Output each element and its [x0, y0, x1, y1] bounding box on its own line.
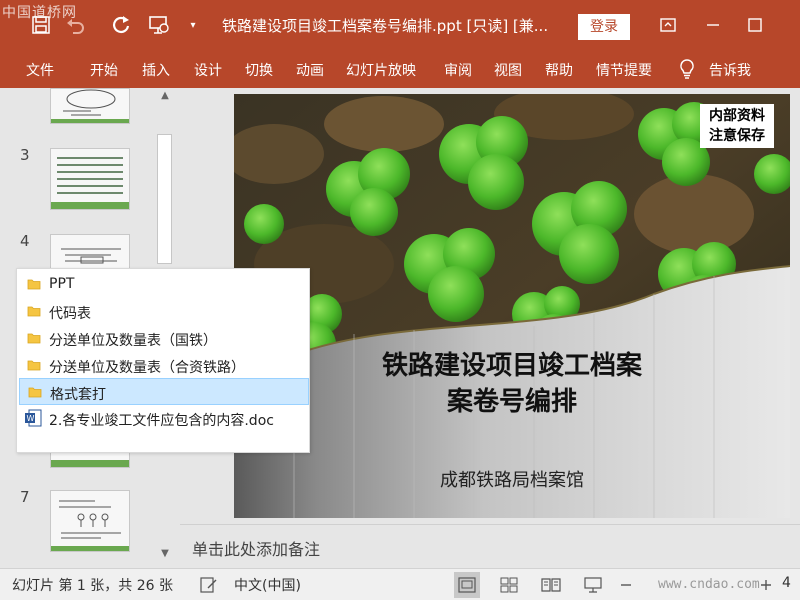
folder-icon [27, 277, 41, 295]
folder-icon [27, 304, 41, 322]
tab-animations[interactable]: 动画 [296, 60, 324, 80]
list-item-selected[interactable]: 格式套打 [19, 378, 309, 405]
slide-canvas[interactable]: 内部资料 注意保存 铁路建设项目竣工档案 案卷号编排 成都铁路局档案馆 [234, 94, 790, 518]
svg-text:W: W [27, 414, 35, 423]
tab-review[interactable]: 审阅 [444, 60, 472, 80]
save-icon[interactable] [28, 12, 54, 38]
confidential-badge: 内部资料 注意保存 [700, 104, 774, 148]
scroll-thumb[interactable] [157, 134, 172, 264]
slide-thumbnail-7[interactable] [50, 490, 130, 552]
slide-subtitle[interactable]: 成都铁路局档案馆 [234, 466, 790, 492]
normal-view-icon[interactable] [454, 572, 480, 598]
ribbon-display-options-icon[interactable] [655, 12, 681, 38]
list-item[interactable]: 代码表 [19, 298, 309, 325]
list-item[interactable]: W 2.各专业竣工文件应包含的内容.doc [19, 405, 309, 432]
slide-number: 7 [20, 488, 30, 506]
list-item[interactable]: 分送单位及数量表（国铁） [19, 325, 309, 352]
slide-number: 4 [20, 232, 30, 250]
badge-line-1: 内部资料 [709, 108, 765, 124]
folder-icon [27, 358, 41, 376]
list-item-label: 格式套打 [50, 387, 106, 403]
slideshow-view-icon[interactable] [580, 572, 606, 598]
lightbulb-icon[interactable] [677, 58, 697, 80]
undo-icon[interactable] [62, 12, 88, 38]
list-item-label: 2.各专业竣工文件应包含的内容.doc [49, 413, 274, 429]
badge-line-2: 注意保存 [709, 128, 765, 144]
zoom-in-icon[interactable] [758, 572, 774, 598]
tab-slideshow[interactable]: 幻灯片放映 [346, 60, 416, 80]
title-bar: 中国道桥网 ▾ 铁路建设项目竣工档案卷号编排.ppt [只读] [兼... 登录 [0, 0, 800, 50]
document-title: 铁路建设项目竣工档案卷号编排.ppt [只读] [兼... [222, 17, 549, 35]
notes-pane[interactable]: 单击此处添加备注 [180, 524, 800, 568]
maximize-icon[interactable] [742, 12, 768, 38]
tell-me-button[interactable]: 告诉我 [709, 60, 751, 80]
slide-background-image [234, 94, 790, 518]
list-item-label: 代码表 [49, 306, 91, 322]
tab-help[interactable]: 帮助 [545, 60, 573, 80]
slide-title[interactable]: 铁路建设项目竣工档案 案卷号编排 [234, 348, 790, 420]
tab-transitions[interactable]: 切换 [245, 60, 273, 80]
folder-icon [27, 331, 41, 349]
scroll-down-icon[interactable]: ▼ [155, 548, 175, 559]
slide-thumbnail-2[interactable] [50, 88, 130, 124]
reading-view-icon[interactable] [538, 572, 564, 598]
slide-thumbnail-4[interactable] [50, 234, 130, 270]
list-item-label: 分送单位及数量表（合资铁路） [49, 360, 245, 376]
tab-insert[interactable]: 插入 [142, 60, 170, 80]
list-item-label: PPT [49, 276, 75, 292]
list-item-label: 分送单位及数量表（国铁） [49, 333, 217, 349]
zoom-level[interactable]: 4 [782, 575, 791, 591]
folder-icon [28, 385, 42, 403]
minimize-icon[interactable] [700, 12, 726, 38]
slideshow-from-start-icon[interactable] [146, 12, 172, 38]
slide-counter: 幻灯片 第 1 张，共 26 张 [12, 578, 173, 594]
login-button[interactable]: 登录 [578, 14, 630, 40]
ribbon-tabs: 文件 开始 插入 设计 切换 动画 幻灯片放映 审阅 视图 帮助 情节提要 告诉… [0, 50, 800, 88]
status-bar: 幻灯片 第 1 张，共 26 张 中文(中国) www.cndao.com 4 [0, 568, 800, 600]
list-item[interactable]: PPT [19, 271, 309, 298]
redo-icon[interactable] [108, 12, 134, 38]
notes-placeholder[interactable]: 单击此处添加备注 [192, 536, 320, 560]
language-indicator[interactable]: 中文(中国) [234, 575, 301, 595]
slide-number: 3 [20, 146, 30, 164]
word-doc-icon: W [24, 409, 42, 431]
tab-design[interactable]: 设计 [194, 60, 222, 80]
slide-title-line-2: 案卷号编排 [446, 387, 577, 417]
slide-title-line-1: 铁路建设项目竣工档案 [381, 351, 642, 381]
tab-storyboarding[interactable]: 情节提要 [596, 60, 652, 80]
slide-thumbnail-3[interactable] [50, 148, 130, 210]
scroll-up-icon[interactable]: ▲ [155, 90, 175, 101]
folder-popup-list: PPT 代码表 分送单位及数量表（国铁） 分送单位及数量表（合资铁路） 格式套打… [16, 268, 310, 453]
customize-toolbar-icon[interactable]: ▾ [182, 12, 204, 38]
slide-sorter-view-icon[interactable] [496, 572, 522, 598]
tab-view[interactable]: 视图 [494, 60, 522, 80]
zoom-out-icon[interactable] [618, 572, 634, 598]
tab-home[interactable]: 开始 [90, 60, 118, 80]
spellcheck-icon[interactable] [196, 572, 222, 598]
list-item[interactable]: 分送单位及数量表（合资铁路） [19, 352, 309, 379]
tab-file[interactable]: 文件 [26, 60, 54, 80]
site-watermark: www.cndao.com [658, 577, 760, 592]
